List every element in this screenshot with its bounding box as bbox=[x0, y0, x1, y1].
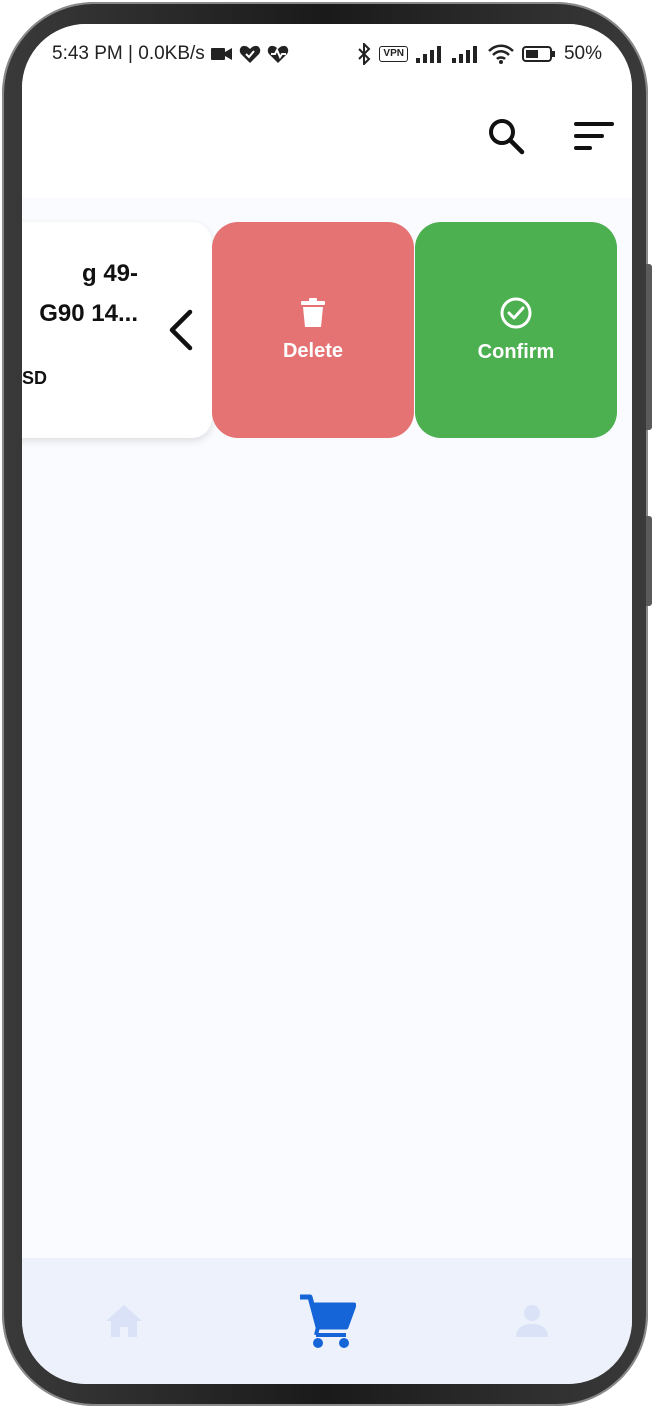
home-icon bbox=[106, 1305, 142, 1337]
confirm-label: Confirm bbox=[477, 340, 555, 363]
sort-icon bbox=[574, 122, 614, 150]
vpn-badge: VPN bbox=[379, 46, 408, 62]
cart-item-card[interactable]: g 49- G90 14... SD bbox=[22, 222, 212, 438]
search-icon bbox=[489, 119, 525, 155]
cart-item-title: g 49- G90 14... bbox=[39, 260, 138, 327]
battery-icon bbox=[521, 46, 555, 62]
wifi-icon bbox=[488, 44, 514, 64]
nav-profile[interactable] bbox=[492, 1286, 572, 1356]
nav-cart[interactable] bbox=[287, 1286, 367, 1356]
cart-item-subtitle: SD bbox=[22, 368, 48, 388]
cart-list: g 49- G90 14... SD Delete Confirm bbox=[22, 198, 632, 1258]
bluetooth-icon bbox=[358, 43, 371, 65]
signal-icon-2 bbox=[451, 46, 477, 63]
status-left: 5:43 PM | 0.0KB/s bbox=[52, 43, 289, 65]
sort-button[interactable] bbox=[566, 108, 622, 164]
person-icon bbox=[516, 1305, 548, 1337]
bottom-navigation bbox=[22, 1258, 632, 1384]
app-bar bbox=[22, 88, 632, 198]
confirm-button[interactable]: Confirm bbox=[415, 222, 617, 438]
cart-icon bbox=[300, 1294, 356, 1348]
nav-home[interactable] bbox=[84, 1286, 164, 1356]
chevron-left-icon[interactable] bbox=[162, 306, 202, 354]
status-bar: 5:43 PM | 0.0KB/s VPN 50% bbox=[22, 24, 632, 88]
phone-frame: 5:43 PM | 0.0KB/s VPN 50% g 49- G90 14..… bbox=[2, 2, 652, 1406]
heart-pulse-icon bbox=[267, 45, 289, 63]
signal-icon bbox=[415, 46, 441, 63]
delete-button[interactable]: Delete bbox=[212, 222, 414, 438]
screen: 5:43 PM | 0.0KB/s VPN 50% g 49- G90 14..… bbox=[22, 24, 632, 1384]
delete-label: Delete bbox=[282, 339, 344, 362]
check-circle-icon bbox=[500, 297, 532, 328]
heart-check-icon bbox=[239, 45, 261, 63]
power-button bbox=[646, 516, 652, 606]
volume-button bbox=[646, 264, 652, 430]
status-right: VPN 50% bbox=[357, 43, 602, 65]
search-button[interactable] bbox=[478, 108, 534, 164]
trash-icon bbox=[301, 297, 325, 327]
battery-percent: 50% bbox=[563, 43, 602, 64]
video-icon bbox=[210, 48, 232, 60]
status-time-speed: 5:43 PM | 0.0KB/s bbox=[52, 43, 205, 64]
